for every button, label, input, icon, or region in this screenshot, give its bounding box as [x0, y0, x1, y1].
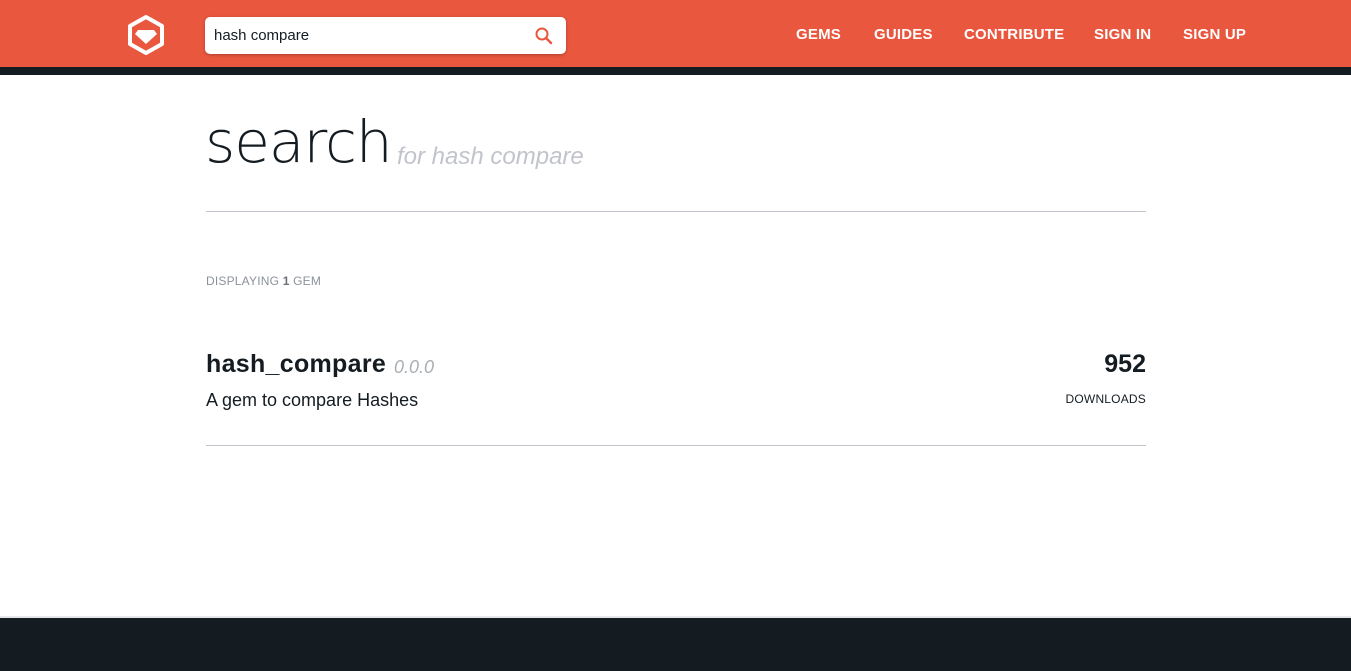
count-number: 1: [282, 274, 290, 288]
title-divider: [206, 211, 1146, 212]
search-input[interactable]: [205, 17, 525, 54]
page-title: search: [205, 108, 393, 176]
gem-name: hash_compare: [206, 350, 387, 378]
gem-description: A gem to compare Hashes: [206, 390, 419, 410]
nav-guides-link[interactable]: GUIDES: [874, 26, 933, 43]
nav-sign-up-link[interactable]: SIGN UP: [1183, 26, 1246, 43]
nav-contribute-link[interactable]: CONTRIBUTE: [964, 26, 1064, 43]
header-stripe: [0, 67, 1351, 75]
gem-downloads-label: DOWNLOADS: [1065, 392, 1146, 406]
page-subtitle: for hash compare: [397, 143, 584, 170]
gem-version: 0.0.0: [394, 357, 435, 377]
nav-sign-in-link[interactable]: SIGN IN: [1094, 26, 1151, 43]
site-header: GEMS GUIDES CONTRIBUTE SIGN IN SIGN UP: [0, 0, 1351, 67]
site-footer: [0, 618, 1351, 671]
count-suffix: GEM: [293, 274, 322, 288]
rubygems-logo-icon[interactable]: [126, 14, 166, 56]
search-icon[interactable]: [534, 26, 554, 46]
results-count: DISPLAYING 1 GEM: [206, 274, 321, 288]
search-box: [205, 17, 566, 54]
nav-gems-link[interactable]: GEMS: [796, 26, 841, 43]
gem-downloads-count: 952: [1104, 350, 1146, 378]
result-divider: [206, 445, 1146, 446]
count-prefix: DISPLAYING: [206, 274, 280, 288]
gem-result-row[interactable]: hash_compare 0.0.0 A gem to compare Hash…: [206, 345, 1146, 425]
